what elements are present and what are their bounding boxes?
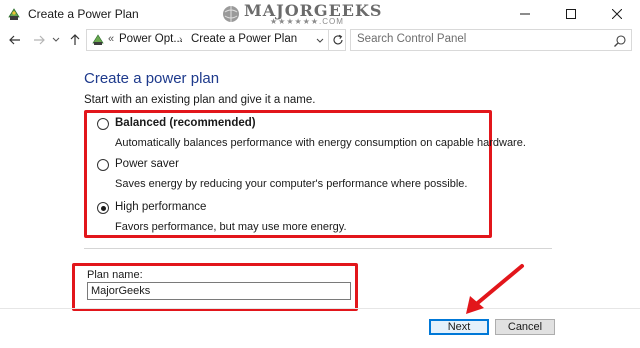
- plan-name[interactable]: Balanced (recommended): [115, 117, 256, 129]
- search-icon[interactable]: [613, 34, 627, 48]
- divider: [84, 248, 552, 249]
- navigation-bar: « Power Opt... › Create a Power Plan: [0, 28, 640, 52]
- plan-name[interactable]: Power saver: [115, 158, 179, 170]
- watermark-globe-icon: [223, 6, 239, 22]
- radio-button[interactable]: [97, 159, 109, 171]
- arrow-right-icon: [34, 35, 45, 45]
- refresh-icon: [333, 34, 343, 45]
- footer-divider: [0, 308, 640, 309]
- maximize-button[interactable]: [548, 0, 594, 28]
- title-bar: Create a Power Plan MAJORGEEKS ★★★★★★.CO…: [0, 0, 640, 28]
- chevron-down-icon: [316, 38, 324, 43]
- minimize-button[interactable]: [502, 0, 548, 28]
- window-title: Create a Power Plan: [28, 7, 139, 21]
- close-icon: [612, 9, 622, 19]
- search-box[interactable]: [350, 29, 632, 51]
- intro-text: Start with an existing plan and give it …: [84, 94, 316, 106]
- watermark: MAJORGEEKS ★★★★★★.COM: [222, 1, 418, 27]
- forward-button[interactable]: [30, 31, 48, 49]
- plan-name-group: Plan name:: [72, 263, 358, 311]
- address-history-dropdown[interactable]: [313, 34, 327, 48]
- arrow-left-icon: [9, 35, 20, 45]
- control-panel-icon: [92, 34, 104, 45]
- radio-button[interactable]: [97, 202, 109, 214]
- plan-name[interactable]: High performance: [115, 201, 206, 213]
- plan-description: Favors performance, but may use more ene…: [115, 221, 347, 233]
- address-bar[interactable]: « Power Opt... › Create a Power Plan: [86, 29, 346, 51]
- plan-options-group: Balanced (recommended) Automatically bal…: [84, 110, 526, 238]
- breadcrumb-separator-icon[interactable]: ›: [179, 34, 182, 45]
- minimize-icon: [520, 13, 530, 15]
- plan-description: Saves energy by reducing your computer's…: [115, 178, 468, 190]
- up-button[interactable]: [66, 31, 84, 49]
- maximize-icon: [566, 9, 576, 19]
- power-plan-icon: [8, 8, 20, 20]
- plan-description: Automatically balances performance with …: [115, 137, 526, 149]
- search-input[interactable]: [357, 33, 607, 45]
- breadcrumb-create-power-plan[interactable]: Create a Power Plan: [191, 33, 297, 45]
- chevron-down-icon: [52, 37, 60, 42]
- recent-locations-button[interactable]: [50, 31, 62, 49]
- refresh-button[interactable]: [328, 30, 346, 50]
- breadcrumb-power-options[interactable]: Power Opt...: [119, 33, 183, 45]
- radio-button[interactable]: [97, 118, 109, 130]
- watermark-subtext: ★★★★★★.COM: [270, 17, 344, 26]
- hidden-path-indicator[interactable]: «: [108, 33, 114, 45]
- page-title: Create a power plan: [84, 70, 220, 87]
- close-button[interactable]: [594, 0, 640, 28]
- plan-name-input[interactable]: [87, 282, 351, 300]
- plan-name-label: Plan name:: [87, 269, 143, 281]
- arrow-up-icon: [70, 34, 80, 45]
- back-button[interactable]: [6, 31, 24, 49]
- red-arrow-annotation: [466, 264, 524, 314]
